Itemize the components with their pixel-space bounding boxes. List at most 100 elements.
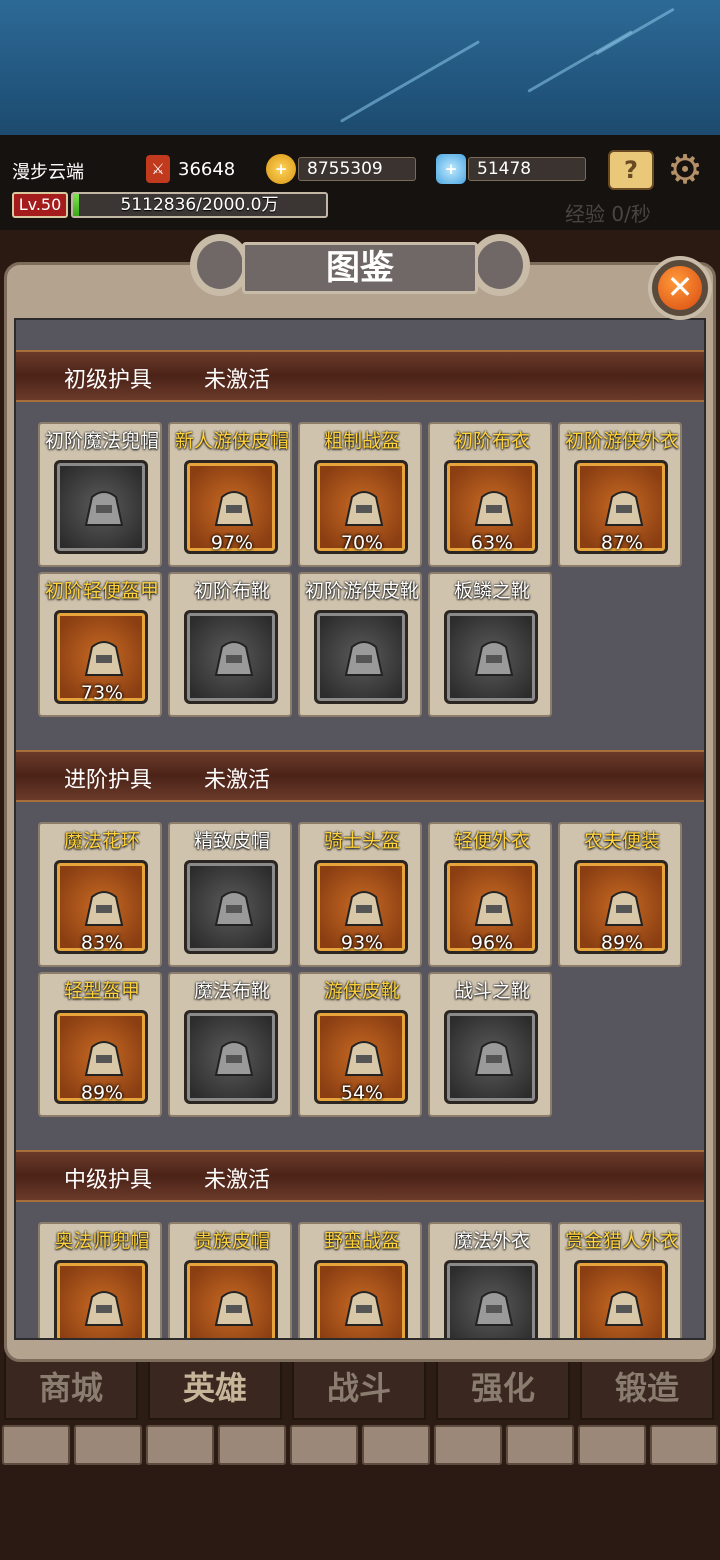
item-name: 贵族皮帽 (193, 1230, 270, 1252)
section-state: 未激活 (204, 768, 271, 793)
exp-bar: 5112836/2000.0万 (71, 192, 328, 218)
noble-hat-icon (208, 1281, 260, 1333)
magic-coat-icon (468, 1281, 520, 1333)
bounty-coat-icon (598, 1281, 650, 1333)
ranger-coat-icon (598, 481, 650, 533)
wreath-icon (78, 881, 130, 933)
shield-sword-icon: ⚔ (146, 155, 170, 183)
item-name: 初阶魔法兜帽 (44, 430, 159, 452)
item-name: 野蛮战盔 (323, 1230, 400, 1252)
codex-content[interactable]: 初级护具 未激活 初阶魔法兜帽 新人游侠皮帽 97% 粗制战盔 70% 初阶布衣 63% 初阶游侠… (14, 318, 706, 1340)
item-name: 魔法外衣 (453, 1230, 530, 1252)
item-name: 轻型盔甲 (63, 980, 140, 1002)
item-progress: 97% (210, 532, 254, 554)
item-progress: 89% (600, 932, 644, 954)
item-frame (444, 1010, 538, 1104)
codex-item-card[interactable]: 轻型盔甲 89% (38, 972, 162, 1117)
item-name: 初阶布靴 (193, 580, 270, 602)
nav-tab-hero[interactable]: 英雄 (148, 1352, 282, 1420)
item-name: 轻便外衣 (453, 830, 530, 852)
gold-coin-plus-icon[interactable]: + (266, 154, 296, 184)
item-name: 初阶轻便盔甲 (44, 580, 159, 602)
item-name: 战斗之靴 (453, 980, 530, 1002)
close-button[interactable]: ✕ (648, 256, 712, 320)
close-icon[interactable]: ✕ (658, 266, 702, 310)
item-frame (54, 460, 148, 554)
item-frame (444, 1260, 538, 1338)
item-frame (314, 610, 408, 704)
help-book-icon[interactable]: ? (608, 150, 654, 190)
codex-item-card[interactable]: 骑士头盔 93% (298, 822, 422, 967)
banner-curl-left (190, 234, 250, 296)
item-frame (314, 1260, 408, 1338)
codex-item-card[interactable]: 魔法外衣 (428, 1222, 552, 1338)
codex-item-card[interactable]: 魔法花环 83% (38, 822, 162, 967)
item-progress: 87% (600, 532, 644, 554)
section-name: 初级护具 (64, 368, 153, 393)
item-name: 骑士头盔 (323, 830, 400, 852)
item-name: 初阶游侠外衣 (564, 430, 679, 452)
item-name: 初阶游侠皮靴 (304, 580, 419, 602)
codex-item-card[interactable]: 精致皮帽 (168, 822, 292, 967)
farmer-clothes-icon (598, 881, 650, 933)
item-progress: 54% (340, 1082, 384, 1104)
banner-curl-right (470, 234, 530, 296)
feathered-hat-icon (208, 481, 260, 533)
diamond-stat[interactable]: + 51478 (436, 154, 586, 184)
codex-item-card[interactable]: 初阶布靴 (168, 572, 292, 717)
codex-item-card[interactable]: 粗制战盔 70% (298, 422, 422, 567)
codex-item-card[interactable]: 板鳞之靴 (428, 572, 552, 717)
diamond-plus-icon[interactable]: + (436, 154, 466, 184)
codex-item-card[interactable]: 魔法布靴 (168, 972, 292, 1117)
item-progress: 96% (470, 932, 514, 954)
item-progress: 73% (80, 682, 124, 704)
item-name: 赏金猎人外衣 (564, 1230, 679, 1252)
codex-item-card[interactable]: 初阶布衣 63% (428, 422, 552, 567)
goggles-cap-icon (208, 881, 260, 933)
item-frame (184, 1260, 278, 1338)
barbarian-helmet-icon (338, 1281, 390, 1333)
arcane-hood-icon (78, 1281, 130, 1333)
diamond-value: 51478 (468, 157, 586, 181)
item-frame (184, 860, 278, 954)
nav-tab-forge[interactable]: 锻造 (580, 1352, 714, 1420)
nav-tab-shop[interactable]: 商城 (4, 1352, 138, 1420)
item-frame (184, 610, 278, 704)
codex-item-card[interactable]: 初阶游侠外衣 87% (558, 422, 682, 567)
codex-item-card[interactable]: 野蛮战盔 (298, 1222, 422, 1338)
codex-item-card[interactable]: 初阶轻便盔甲 73% (38, 572, 162, 717)
nav-tab-enhance[interactable]: 强化 (436, 1352, 570, 1420)
item-name: 魔法布靴 (193, 980, 270, 1002)
title-banner: 图鉴 (190, 230, 530, 300)
exp-rate: 经验 0/秒 (565, 202, 651, 226)
codex-item-card[interactable]: 游侠皮靴 54% (298, 972, 422, 1117)
knight-helmet-icon (338, 881, 390, 933)
item-name: 农夫便装 (583, 830, 660, 852)
power-value: 36648 (178, 158, 236, 180)
nav-tab-battle[interactable]: 战斗 (292, 1352, 426, 1420)
codex-item-card[interactable]: 初阶魔法兜帽 (38, 422, 162, 567)
exp-text: 5112836/2000.0万 (120, 195, 279, 215)
battle-boots-icon (468, 1031, 520, 1083)
item-name: 粗制战盔 (323, 430, 400, 452)
cloth-armor-icon (468, 481, 520, 533)
codex-item-card[interactable]: 赏金猎人外衣 (558, 1222, 682, 1338)
codex-item-card[interactable]: 奥法师兜帽 (38, 1222, 162, 1338)
gold-stat[interactable]: + 8755309 (266, 154, 416, 184)
item-name: 游侠皮靴 (323, 980, 400, 1002)
page-title: 图鉴 (326, 248, 394, 288)
item-frame (574, 1260, 668, 1338)
gear-icon[interactable]: ⚙ (664, 150, 706, 192)
codex-item-card[interactable]: 战斗之靴 (428, 972, 552, 1117)
codex-item-card[interactable]: 贵族皮帽 (168, 1222, 292, 1338)
codex-item-card[interactable]: 轻便外衣 96% (428, 822, 552, 967)
codex-item-card[interactable]: 初阶游侠皮靴 (298, 572, 422, 717)
power-stat: ⚔ 36648 (146, 155, 235, 183)
codex-item-card[interactable]: 新人游侠皮帽 97% (168, 422, 292, 567)
stone-border (0, 1425, 720, 1465)
codex-item-card[interactable]: 农夫便装 89% (558, 822, 682, 967)
ranger-boots-icon (338, 1031, 390, 1083)
item-name: 新人游侠皮帽 (174, 430, 289, 452)
item-frame (444, 610, 538, 704)
section-name: 中级护具 (64, 1168, 153, 1193)
